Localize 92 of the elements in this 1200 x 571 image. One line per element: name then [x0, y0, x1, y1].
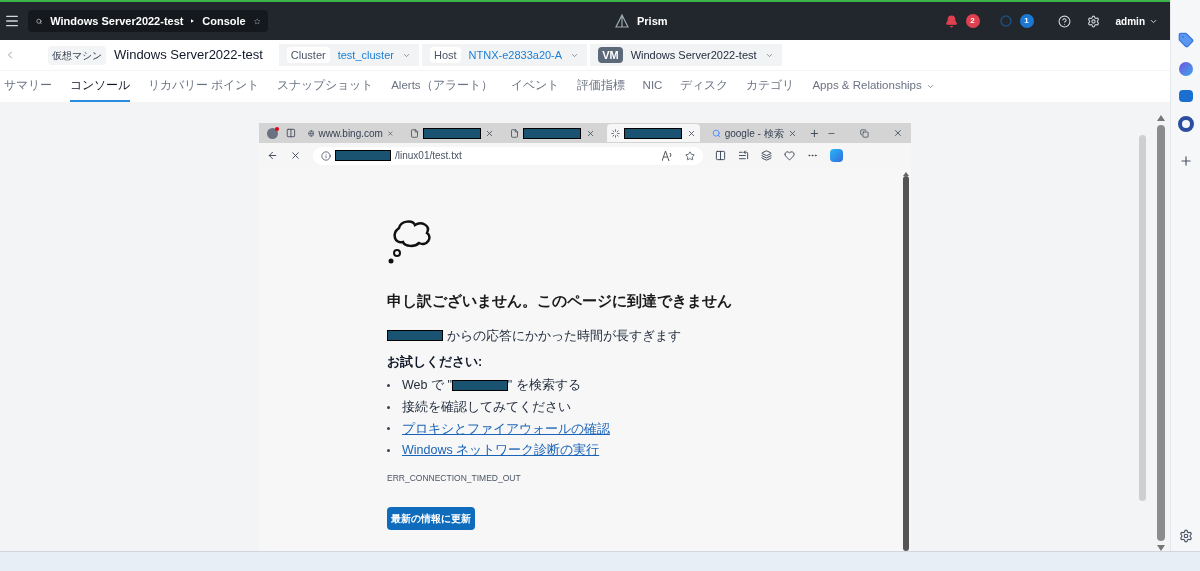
search-field[interactable]: Windows Server2022-test Console — [28, 10, 268, 32]
suggestion-text: 接続を確認してみてください — [402, 398, 571, 416]
error-heading: 申し訳ございません。このページに到達できません — [387, 291, 732, 311]
search-icon — [711, 128, 721, 138]
app-name: Prism — [637, 13, 668, 29]
collections-icon[interactable] — [761, 150, 772, 161]
bullet-icon — [387, 405, 390, 409]
scrollbar[interactable] — [1156, 115, 1166, 551]
menu-icon[interactable] — [4, 13, 20, 29]
address-bar[interactable]: /linux01/test.txt — [313, 146, 703, 165]
bullet-icon — [387, 449, 390, 453]
tab[interactable]: スナップショット — [277, 72, 374, 102]
favorites-icon[interactable] — [738, 150, 749, 161]
alerts-count[interactable]: 2 — [965, 14, 980, 28]
tab[interactable]: ディスク — [680, 72, 729, 102]
redaction-bar — [451, 379, 508, 391]
breadcrumb-label: Cluster — [286, 46, 330, 64]
loading-icon — [611, 128, 620, 138]
read-aloud-icon[interactable] — [662, 150, 673, 161]
breadcrumb[interactable]: VM Windows Server2022-test — [590, 44, 782, 66]
redaction-bar — [422, 127, 481, 139]
tab[interactable]: Alerts（アラート） — [391, 72, 493, 102]
tab[interactable]: イベント — [510, 72, 559, 102]
address-path: /linux01/test.txt — [395, 149, 462, 163]
restore-icon[interactable] — [860, 128, 870, 138]
tab[interactable]: カテゴリ — [746, 72, 795, 102]
tab-actions-icon[interactable] — [285, 128, 296, 138]
suggestion-text: " を検索する — [507, 377, 581, 394]
profile-icon[interactable] — [267, 127, 278, 139]
search-page: Console — [202, 13, 246, 29]
split-screen-icon[interactable] — [715, 150, 726, 161]
suggestion-link[interactable]: プロキシとファイアウォールの確認 — [402, 419, 610, 439]
breadcrumb[interactable]: Cluster test_cluster — [278, 44, 419, 66]
bullet-icon — [387, 427, 390, 431]
tab[interactable]: Apps & Relationships — [812, 72, 935, 102]
browser-tab[interactable]: google - 検索 — [707, 124, 801, 142]
redaction-bar — [335, 150, 391, 161]
error-message: からの応答にかかった時間が長すぎます — [447, 327, 681, 345]
search-entity: Windows Server2022-test — [50, 13, 184, 29]
close-icon[interactable] — [485, 128, 495, 138]
entity-type-tag: 仮想マシン — [48, 45, 106, 65]
error-code: ERR_CONNECTION_TIMED_OUT — [387, 472, 521, 485]
help-icon[interactable] — [1057, 14, 1071, 28]
suggestion-text: Web で " — [402, 377, 452, 394]
alerts-bell-icon[interactable] — [944, 14, 958, 28]
tab-title: www.bing.com — [318, 126, 383, 141]
new-tab-icon[interactable] — [808, 127, 820, 139]
tab[interactable]: リカバリー ポイント — [148, 72, 260, 102]
performance-icon[interactable] — [784, 150, 795, 161]
close-icon[interactable] — [893, 128, 903, 138]
scroll-up-icon[interactable] — [1157, 115, 1165, 121]
tag-icon[interactable] — [1177, 32, 1194, 48]
bullet-icon — [387, 383, 390, 387]
close-icon[interactable] — [686, 128, 696, 138]
suggestion-link[interactable]: Windows ネットワーク診断の実行 — [402, 441, 600, 460]
add-icon[interactable] — [1178, 154, 1193, 168]
breadcrumb-label: VM — [598, 46, 623, 64]
favorite-icon[interactable] — [685, 150, 695, 161]
tasks-count[interactable]: 1 — [1019, 14, 1034, 28]
breadcrumb-label: Host — [429, 46, 461, 64]
tab[interactable]: 評価指標 — [576, 72, 625, 102]
browser-tab[interactable] — [607, 124, 700, 142]
breadcrumb-value: Windows Server2022-test — [630, 47, 757, 63]
stop-icon[interactable] — [290, 150, 301, 161]
page-icon — [510, 128, 520, 138]
close-icon[interactable] — [586, 128, 595, 138]
breadcrumb-value: test_cluster — [337, 47, 394, 63]
prism-logo-icon — [615, 14, 629, 28]
close-icon[interactable] — [787, 128, 797, 138]
vm-title: Windows Server2022-test — [114, 46, 263, 65]
refresh-button[interactable]: 最新の情報に更新 — [387, 506, 475, 530]
console-screen[interactable]: www.bing.com google - 検索 /linux01/test.txt 申し訳ございません。このページに到達できません からの応答にかかった時間が長すぎます お試しください: Web で " " を検索する 接続を確認してみてください プロキシとファイアウォールの確認 Windows ネットワーク診断の実行 ERR_CONNECTION_TIMED_OUT 最新の情報に更新 — [259, 123, 911, 551]
try-heading: お試しください: — [387, 354, 483, 372]
tab[interactable]: NIC — [642, 72, 663, 102]
close-icon[interactable] — [386, 128, 394, 138]
back-icon[interactable] — [267, 150, 278, 161]
tab-title: google - 検索 — [724, 126, 784, 141]
redaction-bar — [387, 330, 443, 342]
globe-icon — [307, 128, 315, 138]
breadcrumb[interactable]: Host NTNX-e2833a20-A — [421, 44, 588, 66]
redaction-bar — [624, 127, 682, 139]
settings-icon[interactable] — [1178, 529, 1193, 543]
info-icon — [321, 150, 331, 161]
scrollbar[interactable] — [1139, 135, 1146, 501]
redaction-bar — [523, 127, 582, 139]
user-menu[interactable]: admin — [1115, 13, 1158, 29]
page-icon — [409, 128, 419, 138]
caret-icon — [191, 18, 195, 24]
star-icon[interactable] — [253, 15, 260, 27]
browser-tab[interactable]: www.bing.com — [303, 124, 398, 142]
breadcrumb-value: NTNX-e2833a20-A — [468, 47, 563, 63]
tab[interactable]: サマリー — [4, 72, 52, 102]
